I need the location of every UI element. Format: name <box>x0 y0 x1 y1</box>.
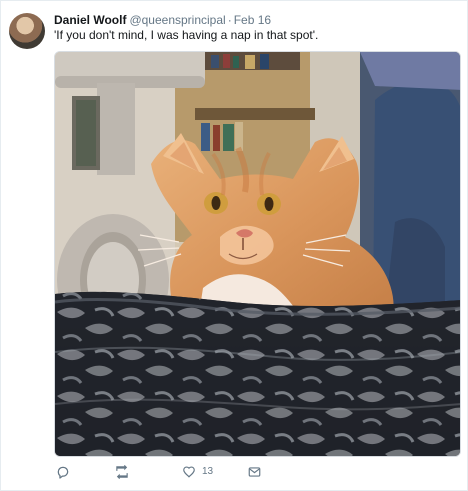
separator-dot: · <box>227 13 232 27</box>
display-name[interactable]: Daniel Woolf <box>54 13 126 27</box>
retweet-icon <box>114 465 130 479</box>
heart-icon <box>182 465 196 479</box>
avatar[interactable] <box>9 13 45 49</box>
tweet-actions: 13 <box>54 461 354 483</box>
reply-icon <box>56 465 70 479</box>
tweet-text: 'If you don't mind, I was having a nap i… <box>54 28 319 42</box>
envelope-icon <box>247 465 262 479</box>
user-handle[interactable]: @queensprincipal <box>129 13 225 27</box>
reply-button[interactable] <box>56 461 70 483</box>
retweet-button[interactable] <box>114 461 130 483</box>
tweet-photo[interactable] <box>54 51 461 457</box>
like-count: 13 <box>202 466 214 477</box>
tweet-header: Daniel Woolf @queensprincipal · Feb 16 <box>54 12 459 28</box>
like-button[interactable]: 13 <box>182 461 213 483</box>
tweet-card: Daniel Woolf @queensprincipal · Feb 16 'If … <box>0 0 468 491</box>
direct-message-button[interactable] <box>247 461 262 483</box>
tweet-timestamp[interactable]: Feb 16 <box>234 13 271 27</box>
